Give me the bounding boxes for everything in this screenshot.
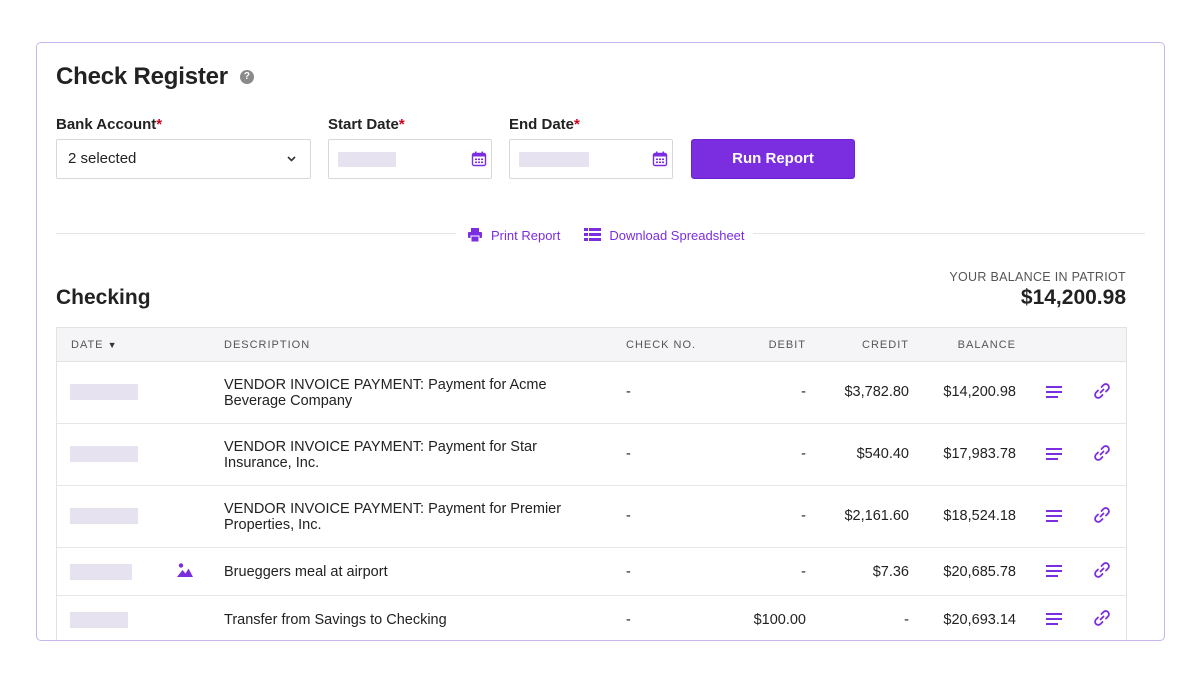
row-balance: $17,983.78 <box>943 446 1016 462</box>
balance-summary: YOUR BALANCE IN PATRIOT $14,200.98 <box>949 270 1126 310</box>
column-check-no: CHECK NO. <box>626 339 697 351</box>
column-debit: DEBIT <box>768 339 806 351</box>
row-check-no: - <box>626 612 631 628</box>
table-row: VENDOR INVOICE PAYMENT: Payment for Acme… <box>57 362 1126 424</box>
link-icon[interactable] <box>1093 444 1111 462</box>
run-report-button[interactable]: Run Report <box>691 139 855 179</box>
printer-icon <box>468 228 482 243</box>
divider <box>749 233 1145 234</box>
start-date-value <box>338 152 396 167</box>
row-description: Brueggers meal at airport <box>224 564 388 580</box>
calendar-icon[interactable] <box>652 151 668 167</box>
help-icon[interactable]: ? <box>239 70 254 84</box>
row-date <box>70 564 132 580</box>
row-debit: $100.00 <box>753 612 806 628</box>
row-description: Transfer from Savings to Checking <box>224 612 447 628</box>
row-debit: - <box>801 446 806 462</box>
table-row: VENDOR INVOICE PAYMENT: Payment for Star… <box>57 424 1126 486</box>
account-section-title: Checking <box>56 286 151 309</box>
check-register-panel: Check Register ? Bank Account* 2 selecte… <box>36 42 1165 641</box>
bank-account-label: Bank Account* <box>56 116 162 133</box>
row-credit: $7.36 <box>872 564 909 580</box>
table-header: DATE ▼ DESCRIPTION CHECK NO. DEBIT CREDI… <box>57 328 1126 362</box>
row-check-no: - <box>626 384 631 400</box>
print-report-link[interactable]: Print Report <box>467 227 560 243</box>
calendar-icon[interactable] <box>471 151 487 167</box>
sort-down-icon: ▼ <box>107 340 118 350</box>
row-debit: - <box>801 564 806 580</box>
end-date-label: End Date* <box>509 116 580 133</box>
required-mark: * <box>398 116 405 133</box>
column-description: DESCRIPTION <box>224 339 311 351</box>
spreadsheet-icon <box>584 228 602 241</box>
row-credit: - <box>904 612 909 628</box>
row-balance: $20,685.78 <box>943 564 1016 580</box>
balance-value: $14,200.98 <box>1020 286 1126 309</box>
row-check-no: - <box>626 508 631 524</box>
row-description: VENDOR INVOICE PAYMENT: Payment for Prem… <box>224 501 562 533</box>
bank-account-value: 2 selected <box>68 150 137 167</box>
table-row: Transfer from Savings to Checking - $100… <box>57 596 1126 640</box>
row-check-no: - <box>626 564 631 580</box>
link-icon[interactable] <box>1093 506 1111 524</box>
report-actions: Print Report Download Spreadsheet <box>463 227 753 243</box>
row-date <box>70 612 128 628</box>
download-spreadsheet-link[interactable]: Download Spreadsheet <box>584 227 745 243</box>
row-date <box>70 446 138 462</box>
balance-label: YOUR BALANCE IN PATRIOT <box>949 270 1126 284</box>
page-title: Check Register <box>56 63 228 90</box>
bank-account-select[interactable]: 2 selected <box>56 139 311 179</box>
row-description: VENDOR INVOICE PAYMENT: Payment for Star… <box>224 439 537 471</box>
end-date-label-text: End Date <box>509 116 575 133</box>
start-date-label: Start Date* <box>328 116 405 133</box>
row-date <box>70 384 138 400</box>
lines-icon[interactable] <box>1045 507 1063 525</box>
lines-icon[interactable] <box>1045 562 1063 580</box>
print-report-label: Print Report <box>491 227 561 243</box>
download-spreadsheet-label: Download Spreadsheet <box>609 227 745 243</box>
end-date-input[interactable] <box>509 139 673 179</box>
row-debit: - <box>801 508 806 524</box>
column-date[interactable]: DATE ▼ <box>71 339 118 351</box>
column-date-label: DATE <box>71 339 104 351</box>
column-credit: CREDIT <box>862 339 909 351</box>
row-description: VENDOR INVOICE PAYMENT: Payment for Acme… <box>224 377 547 409</box>
row-balance: $20,693.14 <box>943 612 1016 628</box>
image-icon[interactable] <box>176 561 194 579</box>
row-credit: $540.40 <box>856 446 909 462</box>
lines-icon[interactable] <box>1045 383 1063 401</box>
link-icon[interactable] <box>1093 609 1111 627</box>
link-icon[interactable] <box>1093 561 1111 579</box>
divider <box>56 233 456 234</box>
bank-account-label-text: Bank Account <box>56 116 157 133</box>
row-date <box>70 508 138 524</box>
chevron-down-icon <box>287 140 296 193</box>
row-credit: $3,782.80 <box>844 384 909 400</box>
column-balance: BALANCE <box>957 339 1016 351</box>
required-mark: * <box>574 116 580 133</box>
row-balance: $18,524.18 <box>943 508 1016 524</box>
table-row: Brueggers meal at airport - - $7.36 $20,… <box>57 548 1126 596</box>
lines-icon[interactable] <box>1045 445 1063 463</box>
start-date-input[interactable] <box>328 139 492 179</box>
end-date-value <box>519 152 589 167</box>
register-table: DATE ▼ DESCRIPTION CHECK NO. DEBIT CREDI… <box>56 327 1127 640</box>
row-check-no: - <box>626 446 631 462</box>
title-row: Check Register ? <box>56 63 254 91</box>
table-row: VENDOR INVOICE PAYMENT: Payment for Prem… <box>57 486 1126 548</box>
row-credit: $2,161.60 <box>844 508 909 524</box>
page-background: Check Register ? Bank Account* 2 selecte… <box>0 0 1200 683</box>
required-mark: * <box>156 116 163 133</box>
row-balance: $14,200.98 <box>943 384 1016 400</box>
link-icon[interactable] <box>1093 382 1111 400</box>
lines-icon[interactable] <box>1045 610 1063 628</box>
row-debit: - <box>801 384 806 400</box>
start-date-label-text: Start Date <box>328 116 399 133</box>
